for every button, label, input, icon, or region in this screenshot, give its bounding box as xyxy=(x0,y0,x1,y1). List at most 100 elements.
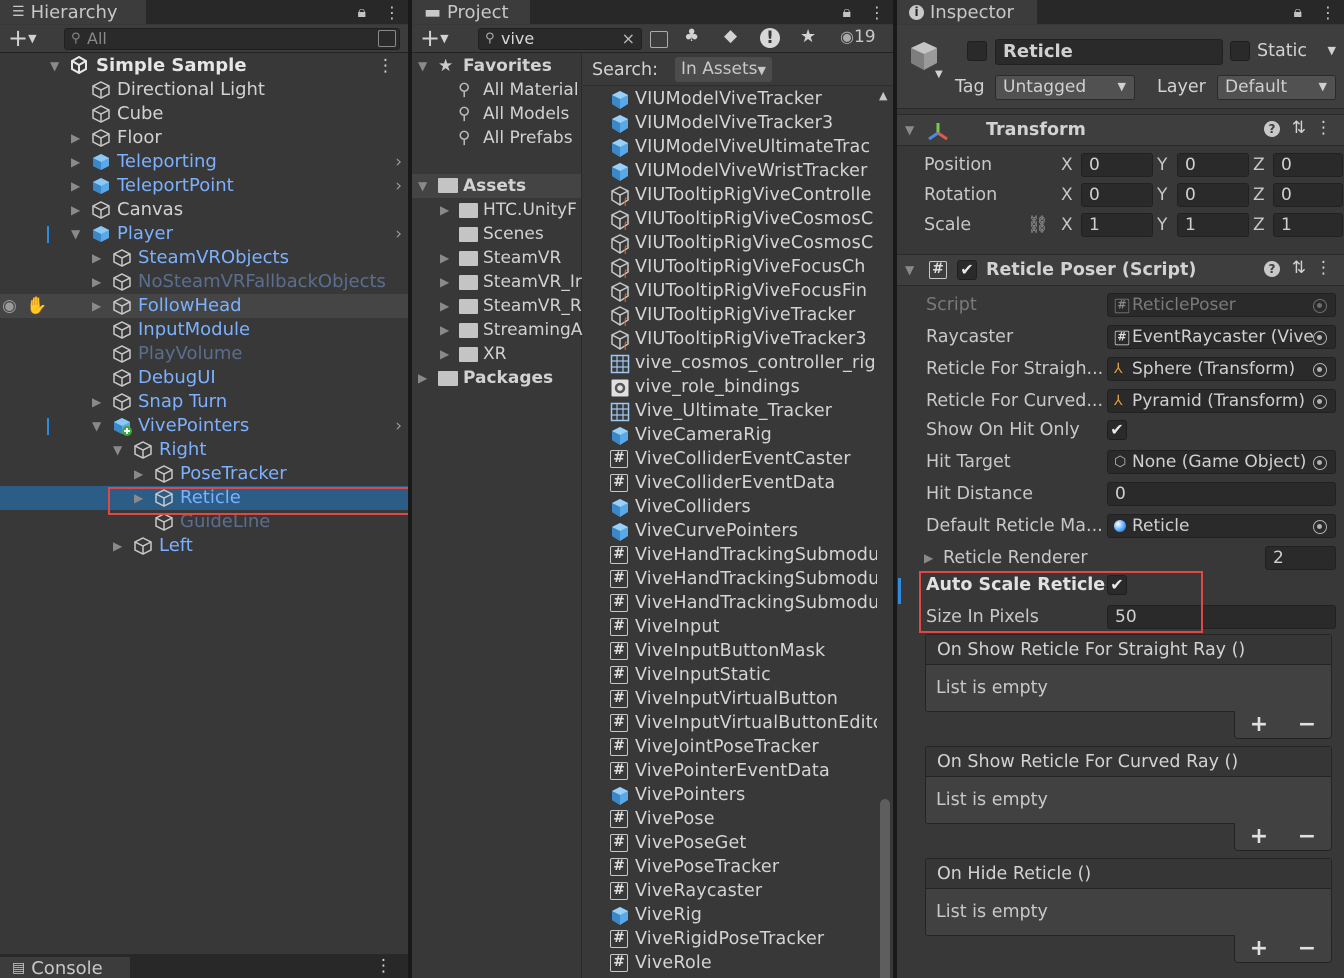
asset-item[interactable]: VIUModelViveTracker3 xyxy=(610,111,893,135)
static-checkbox[interactable] xyxy=(1230,41,1250,61)
presets-icon[interactable]: ⇅ xyxy=(1292,258,1306,278)
asset-item[interactable]: ViveRig xyxy=(610,903,893,927)
asset-item[interactable]: # ViveInputVirtualButton xyxy=(610,687,893,711)
tab-inspector[interactable]: i Inspector xyxy=(897,0,1037,24)
transform-x-field[interactable]: 0 xyxy=(1081,183,1153,207)
asset-item[interactable]: {} VIUTooltipRigViveCosmosC xyxy=(610,207,893,231)
hierarchy-item[interactable]: ▶ Floor xyxy=(0,126,408,150)
hierarchy-item[interactable]: ▶ Snap Turn xyxy=(0,390,408,414)
expand-arrow-icon[interactable]: ▶ xyxy=(71,198,80,222)
object-picker-icon[interactable] xyxy=(1313,363,1327,377)
expand-arrow-icon[interactable]: ▼ xyxy=(113,438,122,462)
add-button[interactable]: + xyxy=(1250,824,1268,849)
chevron-right-icon[interactable]: › xyxy=(395,414,402,438)
clear-search-icon[interactable]: × xyxy=(622,29,635,49)
asset-item[interactable]: # VivePose xyxy=(610,807,893,831)
asset-item[interactable]: # ViveColliderEventCaster xyxy=(610,447,893,471)
transform-y-field[interactable]: 1 xyxy=(1177,213,1249,237)
reticle-straight-field[interactable]: ⅄ Sphere (Transform) xyxy=(1107,357,1336,381)
expand-arrow-icon[interactable]: ▶ xyxy=(134,486,143,510)
reticle-curved-field[interactable]: ⅄ Pyramid (Transform) xyxy=(1107,389,1336,413)
transform-x-field[interactable]: 0 xyxy=(1081,153,1153,177)
expand-arrow-icon[interactable]: ▶ xyxy=(92,390,101,414)
expand-arrow-icon[interactable]: ▶ xyxy=(71,150,80,174)
scrollbar-thumb[interactable] xyxy=(880,799,890,978)
gameobject-cube-icon[interactable] xyxy=(907,39,941,73)
asset-item[interactable]: # ViveInputStatic xyxy=(610,663,893,687)
search-scope-icon[interactable] xyxy=(378,30,396,47)
asset-item[interactable]: {} VIUTooltipRigViveFocusFin xyxy=(610,279,893,303)
hierarchy-item[interactable]: ▼ Simple Sample ⋮ xyxy=(0,54,408,78)
add-button[interactable]: + xyxy=(1250,936,1268,961)
hierarchy-item[interactable]: ▶ Canvas xyxy=(0,198,408,222)
more-menu-icon[interactable]: ⋮ xyxy=(869,3,885,22)
hierarchy-item[interactable]: DebugUI xyxy=(0,366,408,390)
hit-target-field[interactable]: ⬡ None (Game Object) xyxy=(1107,450,1336,474)
object-name-field[interactable]: Reticle xyxy=(995,39,1223,65)
tab-console[interactable]: ▤ Console xyxy=(0,957,130,978)
transform-z-field[interactable]: 0 xyxy=(1273,153,1343,177)
expand-arrow-icon[interactable]: ▶ xyxy=(92,246,101,270)
transform-y-field[interactable]: 0 xyxy=(1177,183,1249,207)
asset-item[interactable]: # ViveInputVirtualButtonEditc xyxy=(610,711,893,735)
results-scrollbar[interactable]: ▲ xyxy=(877,87,893,978)
remove-button[interactable]: − xyxy=(1298,824,1316,849)
hierarchy-item[interactable]: ▶ TeleportPoint › xyxy=(0,174,408,198)
hierarchy-item[interactable]: ▶ Teleporting › xyxy=(0,150,408,174)
scroll-up-icon[interactable]: ▲ xyxy=(879,89,887,102)
expand-arrow-icon[interactable]: ▼ xyxy=(50,54,59,78)
asset-item[interactable]: # ViveInput xyxy=(610,615,893,639)
object-picker-icon[interactable] xyxy=(1313,395,1327,409)
search-scope-icon[interactable] xyxy=(650,31,668,48)
hierarchy-item[interactable]: ◉ ✋ ▶ FollowHead xyxy=(0,294,408,318)
tab-hierarchy[interactable]: ☰ Hierarchy xyxy=(0,0,146,24)
transform-y-field[interactable]: 0 xyxy=(1177,153,1249,177)
presets-icon[interactable]: ⇅ xyxy=(1292,118,1306,138)
asset-item[interactable]: VIUModelViveUltimateTrac xyxy=(610,135,893,159)
object-picker-icon[interactable] xyxy=(1313,456,1327,470)
asset-item[interactable]: Vive_Ultimate_Tracker xyxy=(610,399,893,423)
more-menu-icon[interactable]: ⋮ xyxy=(384,3,400,22)
hierarchy-item[interactable]: ▶ SteamVRObjects xyxy=(0,246,408,270)
object-picker-icon[interactable] xyxy=(1313,331,1327,345)
asset-item[interactable]: # ViveJointPoseTracker xyxy=(610,735,893,759)
asset-item[interactable]: ViveCameraRig xyxy=(610,423,893,447)
icon-dropdown-arrow[interactable]: ▼ xyxy=(935,69,943,80)
asset-item[interactable]: # ViveRigidPoseTracker xyxy=(610,927,893,951)
lock-icon[interactable]: 🔒︎ xyxy=(357,2,366,22)
favorites-header[interactable]: ▼ ★ Favorites xyxy=(412,54,581,78)
asset-item[interactable]: # ViveRole xyxy=(610,951,893,975)
project-search-input[interactable]: ⚲ vive × xyxy=(478,28,642,50)
asset-item[interactable]: # ViveColliderEventData xyxy=(610,471,893,495)
remove-button[interactable]: − xyxy=(1298,712,1316,737)
asset-item[interactable]: # ViveHandTrackingSubmodu xyxy=(610,543,893,567)
search-scope-dropdown[interactable]: In Assets▼ xyxy=(675,57,772,82)
transform-z-field[interactable]: 0 xyxy=(1273,183,1343,207)
expand-arrow-icon[interactable]: ▶ xyxy=(113,534,122,558)
asset-item[interactable]: {} VIUTooltipRigViveTracker3 xyxy=(610,327,893,351)
asset-item[interactable]: {} VIUTooltipRigViveControlle xyxy=(610,183,893,207)
expand-arrow-icon[interactable]: ▶ xyxy=(71,126,80,150)
asset-item[interactable]: {} VIUTooltipRigViveTracker xyxy=(610,303,893,327)
console-more-icon[interactable]: ⋮ xyxy=(375,956,392,976)
expand-arrow-icon[interactable]: ▼ xyxy=(92,414,101,438)
create-button[interactable]: +▼ xyxy=(420,25,449,52)
auto-scale-checkbox[interactable]: ✔ xyxy=(1107,575,1127,595)
visibility-eye-icon[interactable]: ◉ xyxy=(2,294,17,318)
asset-item[interactable]: {} VIUTooltipRigViveCosmosC xyxy=(610,231,893,255)
favorite-star-icon[interactable]: ★ xyxy=(800,26,816,47)
lock-icon[interactable]: 🔒︎ xyxy=(1293,2,1302,22)
expand-arrow-icon[interactable]: ▶ xyxy=(134,462,143,486)
asset-item[interactable]: # ViveInputButtonMask xyxy=(610,639,893,663)
hierarchy-item[interactable]: Directional Light xyxy=(0,78,408,102)
create-button[interactable]: +▼ xyxy=(8,25,37,52)
hierarchy-item[interactable]: PlayVolume xyxy=(0,342,408,366)
scene-menu-icon[interactable]: ⋮ xyxy=(377,54,394,78)
hierarchy-item[interactable]: ▶ PoseTracker xyxy=(0,462,408,486)
filter-label-icon[interactable]: ◆ xyxy=(724,26,737,46)
add-button[interactable]: + xyxy=(1250,712,1268,737)
asset-item[interactable]: VIUModelViveWristTracker xyxy=(610,159,893,183)
asset-item[interactable]: ViveColliders xyxy=(610,495,893,519)
hierarchy-item[interactable]: GuideLine xyxy=(0,510,408,534)
component-menu-icon[interactable]: ⋮ xyxy=(1315,118,1332,138)
